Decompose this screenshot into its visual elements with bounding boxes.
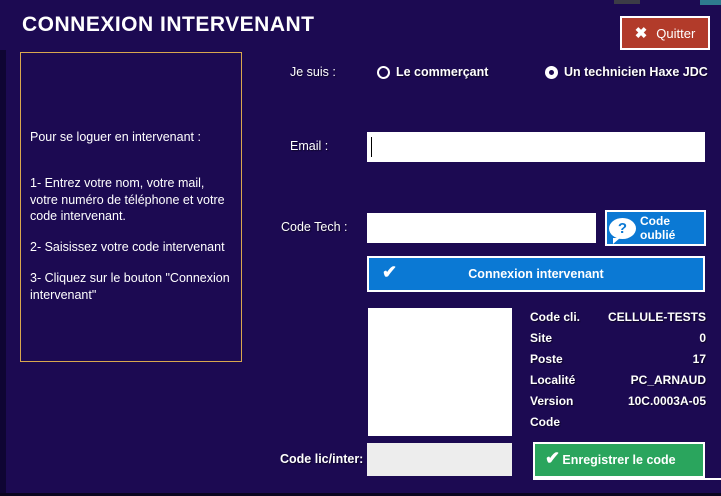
check-icon: ✔ (545, 448, 560, 469)
email-label: Email : (290, 139, 328, 153)
info-row: Poste 17 (530, 348, 706, 369)
license-code-field[interactable] (367, 443, 512, 476)
radio-technician-label[interactable]: Un technicien Haxe JDC (564, 65, 708, 79)
window-left-edge (0, 50, 6, 496)
save-code-button[interactable]: ✔ Enregistrer le code (533, 442, 705, 478)
menu-fragment: SERVICE (440, 0, 488, 3)
qr-code-placeholder (368, 308, 512, 436)
info-row: Site 0 (530, 327, 706, 348)
identity-label: Je suis : (290, 65, 336, 79)
station-info-panel: Code cli. CELLULE-TESTS Site 0 Poste 17 … (530, 306, 706, 432)
radio-merchant-label[interactable]: Le commerçant (396, 65, 488, 79)
info-label: Poste (530, 352, 563, 366)
page-title: CONNEXION INTERVENANT (22, 13, 314, 37)
license-code-label: Code lic/inter: (280, 452, 363, 466)
quit-button[interactable]: ✖ Quitter (620, 16, 710, 50)
close-icon: ✖ (635, 26, 648, 41)
top-menu-strip: TERMINAUX GERY AIDE GK SERVICE WEB (0, 0, 721, 5)
connect-button-label: Connexion intervenant (468, 267, 603, 281)
radio-merchant[interactable] (377, 66, 390, 79)
instructions-panel: Pour se loguer en intervenant : 1- Entre… (20, 52, 242, 362)
quit-button-label: Quitter (656, 26, 695, 41)
check-icon: ✔ (382, 262, 397, 283)
menu-fragment: AIDE (310, 0, 336, 3)
info-row: Code (530, 411, 706, 432)
text-caret (371, 137, 372, 157)
forgot-code-label: Code oublié (640, 214, 702, 242)
info-value: 0 (699, 331, 706, 345)
menu-fragment: TERMINAUX (150, 0, 215, 3)
window-corner-fragment (700, 0, 721, 5)
instruction-step: 2- Saisissez votre code intervenant (30, 239, 232, 255)
code-tech-field[interactable] (367, 213, 596, 243)
connect-button[interactable]: ✔ Connexion intervenant (367, 256, 705, 292)
email-field[interactable] (367, 132, 705, 162)
info-value: 10C.0003A-05 (628, 394, 706, 408)
forgot-code-button[interactable]: ? Code oublié (605, 210, 706, 246)
menu-fragment: WEB (520, 0, 546, 3)
save-code-label: Enregistrer le code (562, 453, 675, 467)
code-tech-label: Code Tech : (281, 220, 347, 234)
menu-fragment: GERY (232, 0, 263, 3)
frame-line (533, 478, 721, 480)
menu-fragment: GK (380, 0, 397, 3)
info-row: Version 10C.0003A-05 (530, 390, 706, 411)
info-value: CELLULE-TESTS (608, 310, 706, 324)
menu-fragment-dark (614, 0, 640, 4)
instructions-intro: Pour se loguer en intervenant : (30, 129, 232, 145)
info-value: PC_ARNAUD (631, 373, 706, 387)
info-label: Code cli. (530, 310, 580, 324)
instruction-step: 1- Entrez votre nom, votre mail, votre n… (30, 175, 232, 224)
instruction-step: 3- Cliquez sur le bouton "Connexion inte… (30, 270, 232, 303)
info-label: Localité (530, 373, 575, 387)
info-row: Localité PC_ARNAUD (530, 369, 706, 390)
question-bubble-icon: ? (609, 218, 636, 239)
info-row: Code cli. CELLULE-TESTS (530, 306, 706, 327)
info-label: Site (530, 331, 552, 345)
radio-technician[interactable] (545, 66, 558, 79)
connexion-intervenant-window: TERMINAUX GERY AIDE GK SERVICE WEB CONNE… (0, 0, 721, 496)
info-label: Code (530, 415, 560, 429)
info-label: Version (530, 394, 573, 408)
info-value: 17 (693, 352, 706, 366)
